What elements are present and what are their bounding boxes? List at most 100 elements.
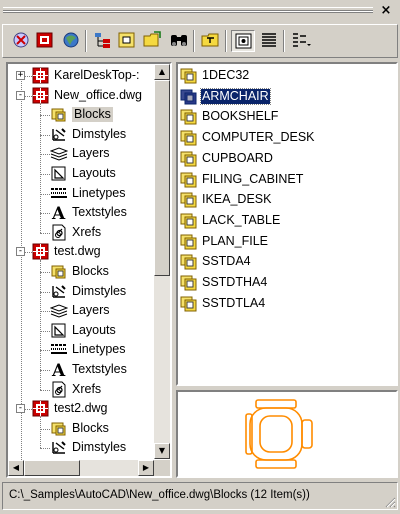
- tree-node-dimstyles[interactable]: Dimstyles: [8, 282, 154, 302]
- tree-node-label: Dimstyles: [72, 126, 127, 141]
- tree-node-drawing[interactable]: - test2.dwg: [8, 399, 154, 419]
- tree-node-label: Xrefs: [72, 381, 102, 396]
- favorites-button[interactable]: [33, 30, 57, 52]
- tree-node-blocks[interactable]: Blocks: [8, 419, 154, 439]
- tree-node-label: Linetypes: [72, 185, 126, 200]
- block-icon: [180, 295, 198, 312]
- tree-node-dimstyles[interactable]: Dimstyles: [8, 125, 154, 145]
- collapse-icon[interactable]: -: [16, 404, 25, 414]
- tree-node-linetypes[interactable]: Linetypes: [8, 184, 154, 204]
- up-folder-button[interactable]: [199, 30, 223, 52]
- scroll-right-button[interactable]: ▶: [138, 460, 154, 476]
- tree-node-label: Layouts: [72, 166, 116, 180]
- svg-text:A: A: [51, 361, 66, 378]
- tree-node-layouts[interactable]: Layouts: [8, 164, 154, 184]
- block-name: ARMCHAIR: [200, 87, 271, 105]
- block-list-item[interactable]: SSTDTHA4: [180, 273, 394, 293]
- scroll-thumb[interactable]: [154, 80, 170, 276]
- tree-toggle-button[interactable]: [9, 30, 33, 52]
- tree-node-blocks[interactable]: Blocks: [8, 105, 154, 125]
- views-button[interactable]: [289, 30, 313, 52]
- tree-node-drawing[interactable]: - test.dwg: [8, 242, 154, 262]
- block-name: LACK_TABLE: [202, 212, 281, 227]
- block-icon: [180, 67, 198, 84]
- svg-text:A: A: [51, 204, 66, 221]
- block-icon: [180, 253, 198, 270]
- collapse-icon[interactable]: -: [16, 247, 25, 257]
- tree-node-label: Textstyles: [72, 362, 127, 376]
- block-name: IKEA_DESK: [202, 192, 272, 207]
- window-grip[interactable]: [3, 7, 373, 13]
- open-folder-button[interactable]: [141, 30, 165, 52]
- scroll-corner: [154, 460, 170, 476]
- up-folder-icon: [200, 30, 222, 53]
- tree-node-label: Dimstyles: [72, 283, 127, 298]
- preview-button[interactable]: [115, 30, 139, 52]
- linetypes-icon: [50, 185, 68, 202]
- block-list-item[interactable]: 1DEC32: [180, 66, 394, 86]
- description-button[interactable]: [257, 30, 281, 52]
- block-list-item[interactable]: SSTDTLA4: [180, 294, 394, 314]
- horizontal-scroll-thumb[interactable]: [24, 460, 80, 476]
- dimstyles-icon: [50, 126, 68, 143]
- tree-node-label: Layers: [72, 146, 110, 161]
- scroll-left-button[interactable]: ◀: [8, 460, 24, 476]
- block-list-item[interactable]: LACK_TABLE: [180, 211, 394, 231]
- block-name: BOOKSHELF: [202, 109, 279, 124]
- tree-node-label: New_office.dwg: [54, 87, 143, 102]
- tree-node-drawing[interactable]: - New_office.dwg: [8, 86, 154, 106]
- tree-vertical-scrollbar[interactable]: ▲ ▼: [154, 64, 170, 459]
- preview-pane: [176, 390, 398, 478]
- preview-toggle-button[interactable]: [231, 30, 255, 52]
- block-list-item[interactable]: COMPUTER_DESK: [180, 128, 394, 148]
- dimstyles-icon: [50, 439, 68, 456]
- block-list-item[interactable]: CUPBOARD: [180, 149, 394, 169]
- title-bar: ×: [0, 0, 400, 22]
- block-list-item[interactable]: BOOKSHELF: [180, 107, 394, 127]
- block-list-item[interactable]: IKEA_DESK: [180, 190, 394, 210]
- linetypes-icon: [50, 341, 68, 358]
- folder-tree[interactable]: + KarelDeskTop-: - New_office.dwg Blocks Dims…: [6, 62, 172, 478]
- toolbar-separator: [283, 30, 285, 52]
- block-icon: [180, 212, 198, 229]
- tree-node-blocks[interactable]: Blocks: [8, 262, 154, 282]
- collapse-icon[interactable]: -: [16, 90, 25, 100]
- tree-node-dimstyles[interactable]: Dimstyles: [8, 438, 154, 458]
- tree-node-linetypes[interactable]: Linetypes: [8, 340, 154, 360]
- tree-node-xrefs[interactable]: Xrefs: [8, 380, 154, 400]
- tree-node-layouts[interactable]: Layouts: [8, 321, 154, 341]
- tree-view-button[interactable]: [91, 30, 115, 52]
- expand-icon[interactable]: +: [16, 71, 25, 80]
- tree-node-xrefs[interactable]: Xrefs: [8, 223, 154, 243]
- block-list-item[interactable]: FILING_CABINET: [180, 170, 394, 190]
- tree-node-drawing[interactable]: + KarelDeskTop-:: [8, 66, 154, 86]
- textstyles-icon: A: [50, 361, 68, 381]
- tree-node-label: Xrefs: [72, 224, 102, 239]
- tree-node-textstyles[interactable]: A Textstyles: [8, 360, 154, 381]
- block-list-item[interactable]: SSTDA4: [180, 252, 394, 272]
- tree-node-layers[interactable]: Layers: [8, 144, 154, 164]
- toolbar-separator: [225, 30, 227, 52]
- tree-node-label: Linetypes: [72, 342, 126, 357]
- views-icon: [290, 30, 312, 53]
- tree-node-layers[interactable]: Layers: [8, 301, 154, 321]
- block-name: SSTDTHA4: [202, 275, 268, 289]
- scroll-up-button[interactable]: ▲: [154, 64, 170, 80]
- tree-horizontal-scrollbar[interactable]: ◀ ▶: [8, 460, 154, 476]
- scroll-down-button[interactable]: ▼: [154, 443, 170, 459]
- resize-grip-icon[interactable]: [384, 496, 396, 508]
- block-name: FILING_CABINET: [202, 171, 304, 186]
- block-list-item[interactable]: PLAN_FILE: [180, 232, 394, 252]
- layers-icon: [49, 145, 69, 162]
- layouts-icon: [50, 165, 68, 182]
- tree-node-textstyles[interactable]: A Textstyles: [8, 203, 154, 224]
- block-list[interactable]: 1DEC32 ARMCHAIR BOOKSHELF COMPUTER_DESK CUPB…: [176, 62, 398, 386]
- block-name: SSTDA4: [202, 254, 251, 269]
- binoculars-button[interactable]: [167, 30, 191, 52]
- block-list-item[interactable]: ARMCHAIR: [180, 87, 394, 107]
- load-button[interactable]: [59, 30, 83, 52]
- layouts-icon: [50, 322, 68, 339]
- block-icon: [180, 129, 198, 146]
- dwg-file-icon: [32, 87, 50, 104]
- close-button[interactable]: ×: [378, 4, 394, 18]
